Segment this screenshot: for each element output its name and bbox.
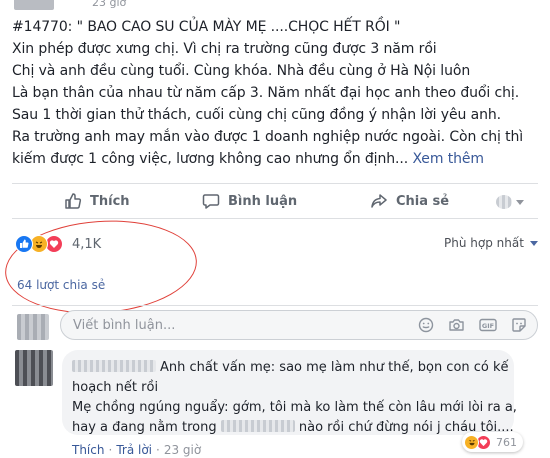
red-circle-annotation [2, 214, 200, 320]
comment-placeholder: Viết bình luận... [73, 318, 176, 333]
svg-text:GIF: GIF [482, 322, 494, 330]
gif-icon[interactable]: GIF [479, 317, 497, 333]
post-action-bar: Thích Bình luận Chia sẻ [12, 183, 538, 219]
commenter-avatar[interactable] [15, 350, 53, 386]
comment-time[interactable]: 23 giờ [164, 443, 201, 457]
comment-line: hoạch nết rồi [72, 380, 159, 395]
commenter-name-redacted[interactable] [72, 360, 156, 372]
like-reaction-icon [15, 235, 33, 253]
sticker-icon[interactable] [511, 317, 527, 333]
see-more-link[interactable]: Xem thêm [412, 151, 484, 167]
redacted-avatar [496, 195, 512, 209]
post-line: Sau 1 thời gian thử thách, cuối cùng chị… [12, 107, 501, 123]
post-line: Là bạn thân của nhau từ năm cấp 3. Năm n… [12, 85, 520, 101]
separator: · [156, 443, 160, 457]
comment-line: Anh chất vấn mẹ: sao mẹ làm như thế, bọn… [72, 358, 512, 378]
comment-icon [202, 194, 220, 209]
sort-label: Phù hợp nhất [444, 236, 524, 250]
comment-sort-dropdown[interactable]: Phù hợp nhất [444, 236, 538, 250]
share-label: Chia sẻ [396, 193, 450, 209]
like-label: Thích [90, 193, 130, 209]
divider [12, 305, 538, 306]
comment-line-text: hay a đang nằm trong [72, 420, 217, 435]
haha-reaction-icon [464, 434, 479, 450]
post-line: Xin phép được xưng chị. Vì chị ra trường… [12, 41, 437, 57]
chevron-down-icon [516, 199, 524, 205]
user-avatar [17, 314, 49, 340]
redacted-text [220, 420, 295, 432]
audience-selector[interactable] [496, 194, 524, 210]
comment-line: hay a đang nằm trong nào rồi chứ đừng nó… [72, 418, 514, 438]
comment-label: Bình luận [228, 193, 298, 209]
comment-tools: GIF [404, 317, 527, 333]
comment-reaction-count: 761 [496, 435, 517, 449]
page-avatar[interactable] [14, 0, 54, 10]
post-line: Ra trường anh may mắn vào được 1 doanh n… [12, 129, 524, 145]
comment-button[interactable]: Bình luận [202, 184, 297, 218]
comment-input[interactable]: Viết bình luận... GIF [60, 310, 538, 340]
post-line: kiếm được 1 công việc, lương không cao n… [12, 151, 409, 167]
post-body: #14770: " BAO CAO SU CỦA MÀY MẸ ....CHỌC… [12, 16, 542, 170]
like-button[interactable]: Thích [64, 184, 130, 218]
separator: · [108, 443, 113, 457]
post-time[interactable]: 23 giờ [92, 0, 126, 9]
comment-text: Anh chất vấn mẹ: sao mẹ làm như thế, bọn… [72, 358, 517, 438]
caret-down-icon [529, 240, 538, 246]
comment-bubble: Anh chất vấn mẹ: sao mẹ làm như thế, bọn… [62, 350, 517, 438]
comment-line: Mẹ chồng ngúng nguẩy: gớm, tôi mà ko làm… [72, 400, 517, 415]
emoji-icon[interactable] [418, 317, 434, 333]
post-line: Chị và anh đều cùng tuổi. Cùng khóa. Nhà… [12, 63, 471, 79]
comment-actions: Thích · Trả lời · 23 giờ [72, 443, 201, 457]
post-header: 23 giờ [0, 0, 550, 12]
post-line-last: kiếm được 1 công việc, lương không cao n… [12, 148, 542, 170]
share-icon [371, 194, 387, 208]
camera-icon[interactable] [448, 317, 465, 333]
comment-line-text: Anh chất vấn mẹ: sao mẹ làm như thế, bọn… [160, 360, 509, 375]
comment-reaction-summary[interactable]: 761 [462, 432, 523, 452]
share-button[interactable]: Chia sẻ [370, 184, 449, 218]
comment-like-link[interactable]: Thích [72, 443, 104, 457]
thumbs-up-icon [65, 193, 82, 209]
post-line: #14770: " BAO CAO SU CỦA MÀY MẸ ....CHỌC… [12, 19, 401, 35]
comment-reply-link[interactable]: Trả lời [116, 443, 152, 457]
